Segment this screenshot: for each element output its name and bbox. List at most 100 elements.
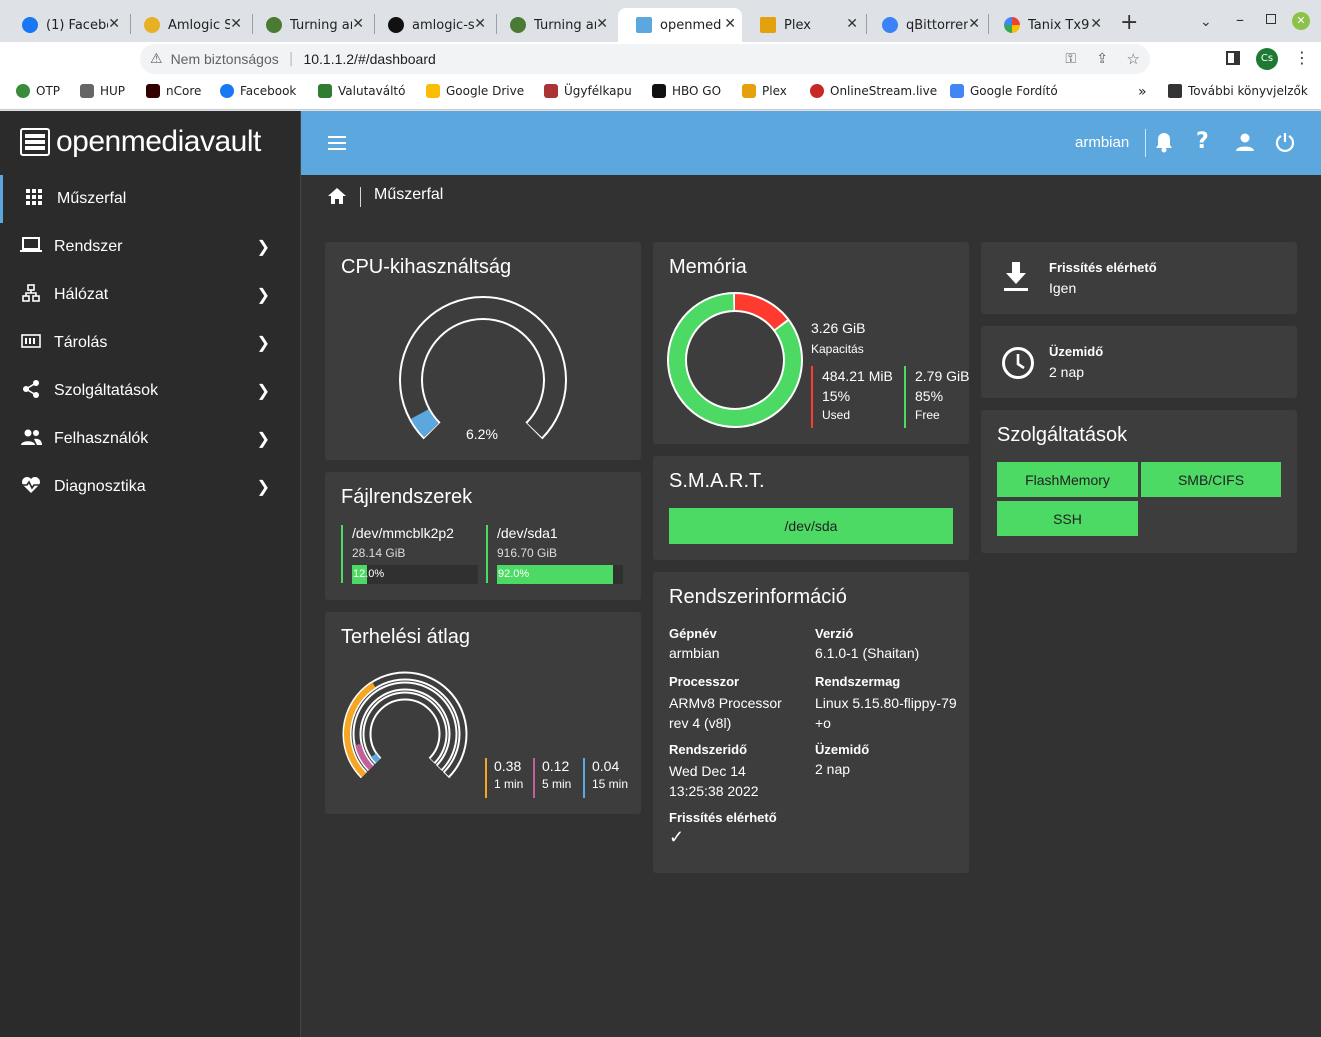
otp-icon [16, 84, 30, 98]
sysinfo-widget: Rendszerinformáció Gépnév armbian Verzió… [653, 572, 969, 873]
sidebar-item-szolgaltatasok[interactable]: Szolgáltatások ❯ [0, 367, 300, 415]
bookmark-valutavalto[interactable]: Valutaváltó [318, 84, 405, 98]
laptop-icon [20, 236, 42, 258]
bookmarks-overflow[interactable]: » [1138, 84, 1147, 100]
bookmark-onlinestream[interactable]: OnlineStream.live [810, 84, 937, 98]
tab-tanix[interactable]: Tanix Tx9 ✕ [986, 8, 1108, 42]
help-icon[interactable]: ? [1196, 129, 1209, 154]
breadcrumb: Műszerfal [374, 186, 444, 203]
plex-icon [742, 84, 756, 98]
chevron-right-icon: ❯ [256, 479, 270, 496]
tab-turning-1[interactable]: Turning an ✕ [248, 8, 370, 42]
key-icon[interactable]: ⚿ [1065, 51, 1076, 67]
address-bar-row: ← → ↻ ⌂ ⚠ Nem biztonságos | 10.1.1.2/#/d… [0, 42, 1321, 113]
close-icon[interactable]: ✕ [230, 16, 242, 32]
tab-github[interactable]: amlogic-s ✕ [370, 8, 492, 42]
new-tab-icon[interactable]: + [1120, 10, 1138, 35]
bookmark-hbo-go[interactable]: HBO GO [652, 84, 721, 98]
sidebar-item-diagnosztika[interactable]: Diagnosztika ❯ [0, 463, 300, 511]
close-window-icon[interactable]: ✕ [1292, 12, 1310, 30]
main-content: Műszerfal CPU-kihasználtság 6.2% Fájlren… [301, 175, 1321, 1037]
kebab-menu-icon[interactable]: ⋮ [1294, 48, 1310, 67]
memory-title: Memória [669, 256, 747, 278]
bookmark-otp[interactable]: OTP [16, 84, 60, 98]
close-icon[interactable]: ✕ [1090, 16, 1102, 32]
sysinfo-system-time: Rendszeridő Wed Dec 14 13:25:38 2022 [669, 742, 759, 799]
load-1min: 0.38 1 min [485, 758, 523, 798]
plex-icon [760, 17, 776, 33]
share-icon[interactable]: ⇪ [1096, 51, 1108, 67]
memory-used: 484.21 MiB 15% Used [811, 366, 893, 428]
smart-title: S.M.A.R.T. [669, 470, 765, 492]
home-icon[interactable] [328, 188, 346, 208]
close-icon[interactable]: ✕ [846, 16, 858, 32]
filesystems-widget: Fájlrendszerek /dev/mmcblk2p2 28.14 GiB … [325, 472, 641, 600]
bookmark-plex[interactable]: Plex [742, 84, 787, 98]
smart-widget: S.M.A.R.T. /dev/sda [653, 456, 969, 560]
bookmark-ncore[interactable]: nCore [146, 84, 201, 98]
download-icon [1003, 262, 1029, 297]
frog-icon [510, 17, 526, 33]
chevron-right-icon: ❯ [256, 287, 270, 304]
sidebar-item-rendszer[interactable]: Rendszer ❯ [0, 223, 300, 271]
google-icon [1004, 17, 1020, 33]
chevron-right-icon: ❯ [256, 431, 270, 448]
chevron-right-icon: ❯ [256, 383, 270, 400]
bookmark-google-drive[interactable]: Google Drive [426, 84, 524, 98]
tab-facebook[interactable]: (1) Facebook✕ [4, 8, 126, 42]
service-ssh[interactable]: SSH [997, 501, 1138, 536]
bookmark-google-translate[interactable]: Google Fordító [950, 84, 1058, 98]
bookmark-hup[interactable]: HUP [80, 84, 125, 98]
bell-icon[interactable] [1154, 131, 1174, 157]
load-15min: 0.04 15 min [583, 758, 628, 798]
close-icon[interactable]: ✕ [596, 16, 608, 32]
filesystem-usage-bar: 12.0% [352, 565, 478, 584]
security-label: Nem biztonságos [170, 51, 279, 67]
side-panel-icon[interactable] [1226, 51, 1240, 65]
frog-icon [266, 17, 282, 33]
filesystem-item: /dev/mmcblk2p2 28.14 GiB 12.0% [341, 525, 478, 584]
tab-turning-2[interactable]: Turning an ✕ [492, 8, 614, 42]
close-icon[interactable]: ✕ [724, 16, 736, 32]
omnibox[interactable]: ⚠ Nem biztonságos | 10.1.1.2/#/dashboard… [140, 44, 1150, 74]
service-flashmemory[interactable]: FlashMemory [997, 462, 1138, 497]
sysinfo-update-available: Frissítés elérhető ✓ [669, 810, 869, 848]
memory-donut [667, 292, 803, 428]
maximize-icon[interactable] [1266, 14, 1276, 24]
load-title: Terhelési átlag [341, 626, 470, 648]
user-icon[interactable] [1235, 132, 1255, 156]
other-bookmarks[interactable]: További könyvjelzők [1168, 84, 1308, 98]
close-icon[interactable]: ✕ [352, 16, 364, 32]
hamburger-menu-icon[interactable] [328, 136, 346, 150]
sidebar-item-halozat[interactable]: Hálózat ❯ [0, 271, 300, 319]
smart-device-sda[interactable]: /dev/sda [669, 508, 953, 544]
minimize-icon[interactable]: – [1236, 10, 1244, 29]
cpu-title: CPU-kihasználtság [341, 256, 512, 278]
close-icon[interactable]: ✕ [474, 16, 486, 32]
url-text[interactable]: 10.1.1.2/#/dashboard [303, 51, 435, 67]
load-average-widget: Terhelési átlag 0.38 1 min 0.12 5 min 0.… [325, 612, 641, 814]
users-icon [20, 429, 42, 450]
translate-icon [950, 84, 964, 98]
tab-plex[interactable]: Plex ✕ [742, 8, 864, 42]
omv-icon [636, 17, 652, 33]
bookmarks-bar: OTP HUP nCore Facebook Valutaváltó Googl… [0, 76, 1321, 110]
logo: openmediavault [20, 125, 261, 159]
tab-openmediavault[interactable]: openmediavault✕ [618, 8, 742, 42]
close-icon[interactable]: ✕ [108, 16, 120, 32]
service-smb-cifs[interactable]: SMB/CIFS [1141, 462, 1281, 497]
bookmark-facebook[interactable]: Facebook [220, 84, 296, 98]
close-icon[interactable]: ✕ [968, 16, 980, 32]
sidebar-item-tarolas[interactable]: Tárolás ❯ [0, 319, 300, 367]
sysinfo-version: Verzió 6.1.0-1 (Shaitan) [815, 626, 920, 661]
bookmark-ugyfelkapu[interactable]: Ügyfélkapu [544, 84, 632, 98]
tab-qbittorrent[interactable]: qBittorrent✕ [864, 8, 986, 42]
profile-avatar[interactable]: Cs [1256, 48, 1278, 70]
chevron-down-icon[interactable]: ⌄ [1200, 14, 1212, 30]
filesystem-item: /dev/sda1 916.70 GiB 92.0% [486, 525, 626, 584]
star-icon[interactable]: ☆ [1127, 50, 1140, 68]
sidebar-item-felhasznalok[interactable]: Felhasználók ❯ [0, 415, 300, 463]
tab-amlogic[interactable]: Amlogic S ✕ [126, 8, 248, 42]
sidebar-item-dashboard[interactable]: Műszerfal [0, 175, 300, 223]
power-icon[interactable] [1275, 132, 1295, 156]
